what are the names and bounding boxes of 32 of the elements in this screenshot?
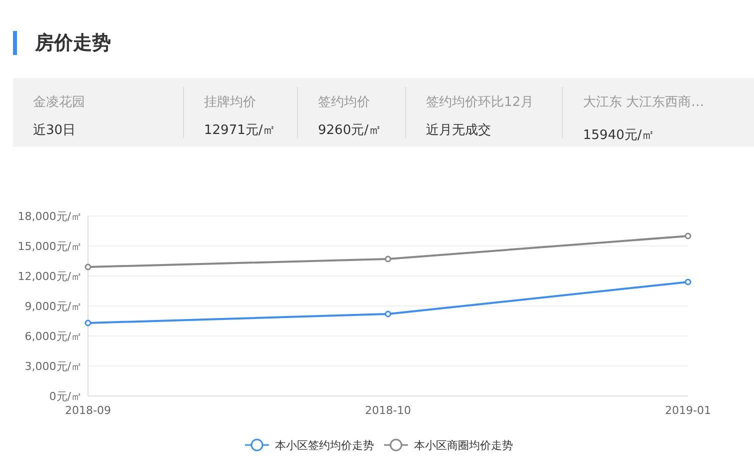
axis-tick-label: 3,000元/㎡	[24, 360, 82, 373]
summary-label: 挂牌均价	[204, 94, 257, 112]
summary-value: 9260元/㎡	[318, 122, 382, 140]
summary-value: 15940元/㎡	[583, 126, 656, 144]
axis-tick-label: 6,000元/㎡	[24, 330, 82, 343]
summary-value: 近月无成交	[426, 122, 492, 140]
data-point	[84, 264, 92, 270]
axis-tick-label: 12,000元/㎡	[18, 270, 82, 283]
axis-tick-label: 2018-10	[365, 404, 411, 417]
legend-label[interactable]: 本小区签约均价走势	[275, 439, 374, 452]
data-point	[684, 232, 692, 240]
data-point	[384, 310, 392, 318]
axis-tick-label: 15,000元/㎡	[18, 240, 82, 253]
accent-bar	[13, 31, 17, 55]
legend-marker-icon	[384, 438, 408, 452]
legend-label[interactable]: 本小区商圈均价走势	[414, 439, 513, 452]
legend-marker-icon	[245, 438, 269, 452]
data-point	[384, 256, 392, 262]
summary-label: 签约均价环比12月	[426, 94, 535, 112]
data-point	[84, 320, 92, 326]
axis-tick-label: 18,000元/㎡	[18, 210, 82, 223]
summary-label: 大江东 大江东西商…	[583, 94, 706, 112]
summary-label: 签约均价	[318, 94, 371, 112]
summary-label: 金凌花园	[33, 94, 86, 112]
axis-tick-label: 9,000元/㎡	[24, 300, 82, 313]
axis-tick-label: 2019-01	[665, 404, 711, 417]
axis-tick-label: 0元/㎡	[49, 390, 82, 403]
summary-value: 近30日	[33, 122, 77, 140]
data-point	[684, 278, 692, 286]
section-title: 房价走势	[35, 31, 111, 55]
summary-value: 12971元/㎡	[204, 122, 277, 140]
axis-tick-label: 2018-09	[65, 404, 111, 417]
